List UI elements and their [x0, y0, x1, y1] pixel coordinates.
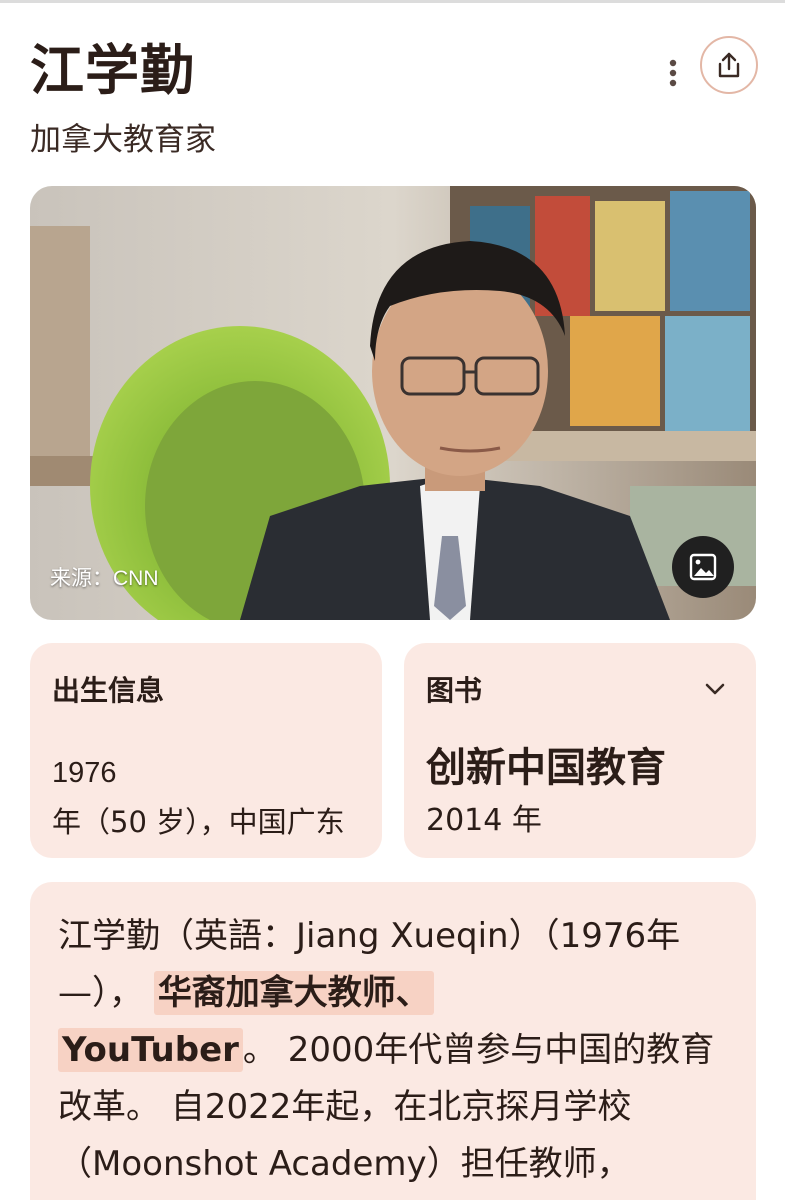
entity-photo[interactable]: 来源：CNN	[30, 186, 756, 620]
share-button[interactable]	[700, 36, 758, 94]
description-highlight-youtuber: YouTuber	[58, 1028, 243, 1072]
birth-info-card[interactable]: 出生信息 1976 年（50 岁），中国广东	[30, 643, 382, 858]
share-icon	[718, 52, 740, 78]
view-images-button[interactable]	[672, 536, 734, 598]
more-vert-icon	[669, 59, 677, 87]
knowledge-panel-header: 江学勤 加拿大教育家	[30, 36, 758, 166]
image-icon	[689, 553, 717, 581]
books-expand-button[interactable]	[699, 673, 731, 705]
birth-detail: 年（50 岁），中国广东	[52, 805, 345, 839]
birth-info-label: 出生信息	[52, 674, 165, 707]
top-divider	[0, 0, 785, 3]
entity-title: 江学勤	[30, 39, 195, 102]
books-card[interactable]: 图书 创新中国教育 2014 年	[404, 643, 756, 858]
description-card: 江学勤（英語：Jiang Xueqin）（1976年—）， 华裔加拿大教师、 Yo…	[30, 882, 756, 1200]
image-source-label: 来源：CNN	[50, 567, 159, 590]
portrait-image	[30, 186, 756, 620]
chevron-down-icon	[705, 683, 725, 695]
description-text: 江学勤（英語：Jiang Xueqin）（1976年—）， 华裔加拿大教师、 Yo…	[58, 908, 738, 1193]
description-highlight-occupation: 华裔加拿大教师、	[153, 971, 434, 1015]
entity-subtitle: 加拿大教育家	[30, 122, 216, 158]
books-label: 图书	[426, 674, 483, 707]
birth-year: 1976	[52, 757, 117, 789]
more-options-button[interactable]	[645, 45, 701, 101]
book-year: 2014 年	[426, 803, 542, 838]
book-title[interactable]: 创新中国教育	[426, 735, 666, 793]
